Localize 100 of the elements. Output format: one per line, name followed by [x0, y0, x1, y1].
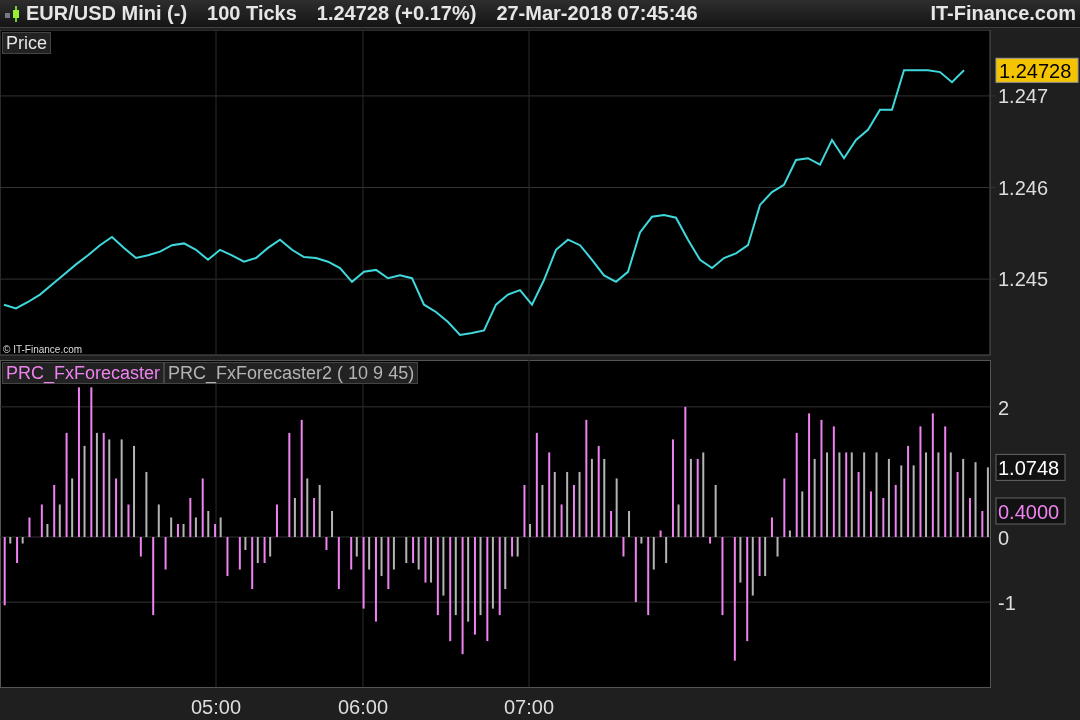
histogram-bar [430, 537, 433, 583]
histogram-bar [764, 537, 767, 577]
histogram-bar [58, 504, 61, 537]
histogram-bar [350, 537, 353, 570]
axis-label: -1 [998, 592, 1016, 615]
histogram-bar [207, 511, 210, 537]
histogram-bar [251, 537, 254, 590]
histogram-bar [170, 517, 173, 537]
time-label: 05:00 [190, 696, 242, 718]
axis-label: 2 [998, 396, 1010, 419]
histogram-bar [306, 478, 309, 537]
histogram-bar [956, 471, 959, 537]
indicator-legend: PRC_FxForecaster2 ( 10 9 45) [164, 362, 419, 384]
histogram-bar [504, 537, 507, 590]
histogram-bar [182, 524, 185, 537]
time-label: 06:00 [337, 696, 389, 718]
histogram-bar [491, 537, 494, 609]
histogram-bar [275, 504, 278, 537]
copyright-text: © IT-Finance.com [3, 344, 83, 355]
histogram-bar [900, 465, 903, 537]
last-value-badge: 1.0748 [995, 453, 1066, 481]
histogram-bar [226, 537, 229, 577]
histogram-bar [652, 537, 655, 570]
histogram-bar [981, 511, 984, 537]
histogram-bar [714, 484, 717, 537]
histogram-bar [263, 537, 266, 564]
histogram-bar [882, 497, 885, 537]
histogram-bar [523, 484, 526, 537]
candlestick-icon [4, 3, 22, 24]
histogram-bar [53, 484, 56, 537]
last-value-badge: 0.4000 [995, 497, 1066, 525]
histogram-bar [640, 537, 643, 544]
indicator-legend: PRC_FxForecaster [2, 362, 165, 384]
histogram-bar [751, 537, 754, 596]
histogram-bar [139, 537, 142, 557]
histogram-bar [71, 478, 74, 537]
histogram-bar [189, 497, 192, 537]
date-time: 27-Mar-2018 07:45:46 [496, 2, 698, 25]
histogram-bar [405, 537, 408, 564]
histogram-bar [442, 537, 445, 596]
histogram-bar [783, 478, 786, 537]
histogram-bar [3, 537, 6, 606]
histogram-bar [758, 537, 761, 577]
histogram-bar [28, 517, 31, 537]
histogram-bar [529, 524, 532, 537]
histogram-bar [788, 530, 791, 537]
histogram-bar [40, 504, 43, 537]
histogram-bar [417, 537, 420, 570]
brand-name: IT-Finance.com [930, 2, 1076, 25]
histogram-bar [355, 537, 358, 557]
last-price-badge: 1.24728 [995, 57, 1079, 83]
histogram-bar [9, 537, 12, 544]
quote-text: 1.24728 (+0.17%) [316, 2, 477, 25]
histogram-bar [516, 537, 519, 557]
histogram-bar [318, 484, 321, 537]
histogram-bar [127, 504, 130, 537]
histogram-bar [615, 478, 618, 537]
period-label: 100 Ticks [207, 2, 297, 25]
histogram-bar [325, 537, 328, 551]
histogram-bar [157, 504, 160, 537]
histogram-bar [566, 471, 569, 537]
histogram-bar [313, 497, 316, 537]
histogram-bar [219, 517, 222, 537]
axis-label: 0 [998, 527, 1010, 549]
histogram-bar [968, 497, 971, 537]
histogram-bar [894, 484, 897, 537]
histogram-bar [145, 471, 148, 537]
histogram-bar [331, 511, 334, 537]
histogram-bar [293, 497, 296, 537]
histogram-bar [362, 537, 365, 609]
histogram-bar [770, 517, 773, 537]
histogram-bar [368, 537, 371, 570]
histogram-bar [912, 465, 915, 537]
histogram-bar [572, 484, 575, 537]
histogram-bar [560, 504, 563, 537]
histogram-bar [21, 537, 24, 544]
histogram-bar [541, 484, 544, 537]
histogram-bar [392, 537, 395, 570]
histogram-bar [194, 517, 197, 537]
histogram-bar [387, 537, 390, 590]
histogram-bar [677, 504, 680, 537]
histogram-bar [244, 537, 247, 551]
histogram-bar [337, 537, 340, 590]
histogram-bar [412, 537, 415, 564]
histogram-bar [380, 537, 383, 577]
axis-label: 1.247 [998, 84, 1049, 107]
histogram-bar [776, 537, 779, 557]
time-label: 07:00 [503, 696, 555, 718]
histogram-bar [739, 537, 742, 583]
histogram-bar [869, 491, 872, 537]
axis-label: 1.246 [998, 176, 1049, 199]
histogram-bar [801, 491, 804, 537]
histogram-bar [659, 530, 662, 537]
histogram-bar [553, 471, 556, 537]
histogram-bar [622, 537, 625, 557]
histogram-bar [214, 524, 217, 537]
histogram-bar [115, 478, 118, 537]
panel-label: Price [2, 32, 51, 54]
histogram-bar [164, 537, 167, 570]
histogram-bar [610, 511, 613, 537]
